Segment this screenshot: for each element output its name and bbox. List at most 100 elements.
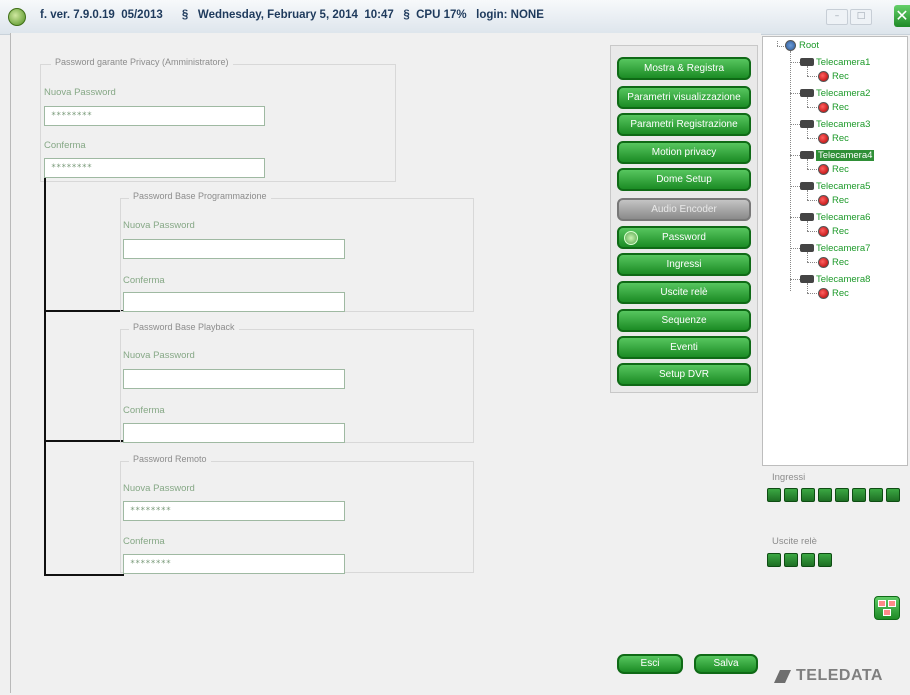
camera-icon <box>800 151 814 159</box>
tree-rec-1[interactable]: Rec <box>832 71 849 82</box>
admin-confirm-label: Conferma <box>44 140 86 151</box>
connector-branch-playback <box>44 440 124 442</box>
exit-button[interactable]: Esci <box>617 654 683 674</box>
camera-icon <box>800 244 814 252</box>
input-indicator-3 <box>801 488 815 502</box>
tree-rec-4[interactable]: Rec <box>832 164 849 175</box>
menu-item-uscite-rel[interactable]: Uscite relè <box>617 281 751 304</box>
camera-icon <box>800 120 814 128</box>
camera-icon <box>800 58 814 66</box>
tree-camera-6[interactable]: Telecamera6 <box>816 212 870 223</box>
tree-camera-8[interactable]: Telecamera8 <box>816 274 870 285</box>
tree-camera-1[interactable]: Telecamera1 <box>816 57 870 68</box>
tree-rec-3[interactable]: Rec <box>832 133 849 144</box>
input-indicator-5 <box>835 488 849 502</box>
tree-connector <box>807 97 808 107</box>
tree-camera-3[interactable]: Telecamera3 <box>816 119 870 130</box>
input-indicator-4 <box>818 488 832 502</box>
tree-rec-5[interactable]: Rec <box>832 195 849 206</box>
close-button[interactable]: ✕ <box>894 5 910 27</box>
camera-tree-panel: Root Telecamera1 Rec Telecamera2 Rec Telecame… <box>762 36 908 466</box>
menu-item-parametri-registrazione[interactable]: Parametri Registrazione <box>617 113 751 136</box>
tree-connector <box>790 279 800 280</box>
record-icon <box>818 288 829 299</box>
relay-indicator-4 <box>818 553 832 567</box>
menu-item-label: Ingressi <box>666 259 702 270</box>
input-indicator-2 <box>784 488 798 502</box>
menu-item-label: Audio Encoder <box>651 204 717 215</box>
remote-new-password-label: Nuova Password <box>123 483 195 494</box>
record-icon <box>818 226 829 237</box>
programming-confirm-input[interactable] <box>123 292 345 312</box>
remote-confirm-label: Conferma <box>123 536 165 547</box>
programming-password-legend: Password Base Programmazione <box>129 191 271 201</box>
brand-logo: TELEDATA <box>774 667 883 685</box>
tree-camera-2[interactable]: Telecamera2 <box>816 88 870 99</box>
record-icon <box>818 195 829 206</box>
menu-item-label: Mostra & Registra <box>643 63 725 74</box>
record-icon <box>818 71 829 82</box>
admin-password-legend: Password garante Privacy (Amministratore… <box>51 57 233 67</box>
tree-rec-6[interactable]: Rec <box>832 226 849 237</box>
tree-camera-7[interactable]: Telecamera7 <box>816 243 870 254</box>
playback-confirm-label: Conferma <box>123 405 165 416</box>
play-icon <box>624 231 638 245</box>
tree-connector <box>807 190 808 200</box>
tree-camera-5[interactable]: Telecamera5 <box>816 181 870 192</box>
input-indicator-6 <box>852 488 866 502</box>
menu-item-eventi[interactable]: Eventi <box>617 336 751 359</box>
menu-item-ingressi[interactable]: Ingressi <box>617 253 751 276</box>
inputs-label: Ingressi <box>772 472 806 483</box>
menu-item-setup-dvr[interactable]: Setup DVR <box>617 363 751 386</box>
programming-confirm-label: Conferma <box>123 275 165 286</box>
tree-connector <box>807 107 817 108</box>
tree-root[interactable]: Root <box>799 40 819 51</box>
tree-rec-7[interactable]: Rec <box>832 257 849 268</box>
save-button[interactable]: Salva <box>694 654 758 674</box>
network-icon[interactable] <box>874 596 900 620</box>
menu-item-label: Sequenze <box>661 315 707 326</box>
tree-connector <box>807 221 808 231</box>
menu-item-mostra-registra[interactable]: Mostra & Registra <box>617 57 751 80</box>
tree-rec-2[interactable]: Rec <box>832 102 849 113</box>
tree-connector <box>807 138 817 139</box>
connector-branch-remote <box>44 574 124 576</box>
menu-item-label: Uscite relè <box>660 287 708 298</box>
playback-password-legend: Password Base Playback <box>129 322 239 332</box>
tree-connector <box>807 231 817 232</box>
record-icon <box>818 133 829 144</box>
tree-connector <box>807 169 817 170</box>
menu-item-label: Parametri Registrazione <box>630 119 738 130</box>
menu-item-label: Eventi <box>670 342 698 353</box>
remote-new-password-input[interactable]: ******** <box>123 501 345 521</box>
input-indicator-8 <box>886 488 900 502</box>
tree-connector <box>790 186 800 187</box>
tree-connector <box>807 293 817 294</box>
menu-item-label: Dome Setup <box>656 174 712 185</box>
tree-camera-4[interactable]: Telecamera4 <box>816 150 875 161</box>
programming-new-password-input[interactable] <box>123 239 345 259</box>
playback-confirm-input[interactable] <box>123 423 345 443</box>
section-connector-line <box>44 178 46 576</box>
record-icon <box>818 102 829 113</box>
menu-item-motion-privacy[interactable]: Motion privacy <box>617 141 751 164</box>
tree-rec-8[interactable]: Rec <box>832 288 849 299</box>
tree-connector <box>807 66 808 76</box>
minimize-button[interactable]: – <box>826 9 848 25</box>
admin-confirm-input[interactable]: ******** <box>44 158 265 178</box>
admin-new-password-input[interactable]: ******** <box>44 106 265 126</box>
menu-item-parametri-visualizzazione[interactable]: Parametri visualizzazione <box>617 86 751 109</box>
menu-item-password[interactable]: Password <box>617 226 751 249</box>
menu-item-sequenze[interactable]: Sequenze <box>617 309 751 332</box>
relay-indicator-3 <box>801 553 815 567</box>
connector-branch-programming <box>44 310 124 312</box>
remote-confirm-input[interactable]: ******** <box>123 554 345 574</box>
camera-icon <box>800 213 814 221</box>
tree-connector <box>807 283 808 293</box>
menu-item-label: Password <box>662 232 706 243</box>
maximize-button[interactable]: □ <box>850 9 872 25</box>
menu-item-dome-setup[interactable]: Dome Setup <box>617 168 751 191</box>
tree-connector <box>807 159 808 169</box>
playback-new-password-input[interactable] <box>123 369 345 389</box>
tree-connector <box>807 262 817 263</box>
